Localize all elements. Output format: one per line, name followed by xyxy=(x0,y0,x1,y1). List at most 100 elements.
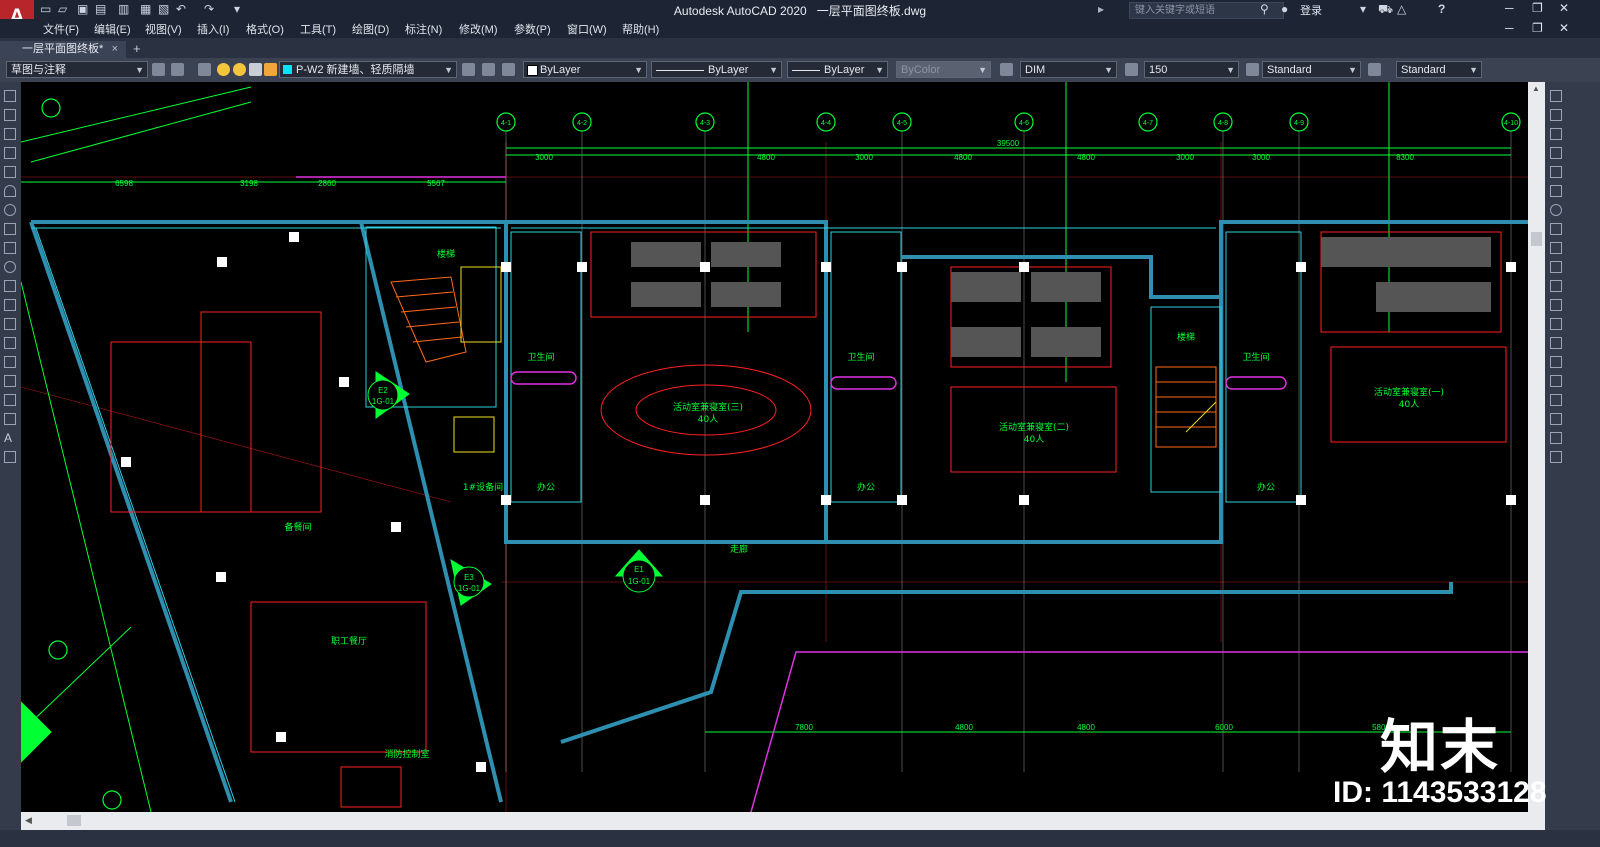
point-icon[interactable] xyxy=(4,337,16,349)
polygon-icon[interactable] xyxy=(4,147,16,159)
doc-minimize-icon[interactable]: ─ xyxy=(1505,21,1514,35)
fillet-icon[interactable] xyxy=(1550,356,1562,368)
menu-window[interactable]: 窗口(W) xyxy=(567,21,607,37)
menu-insert[interactable]: 插入(I) xyxy=(197,21,229,37)
break-icon[interactable] xyxy=(1550,299,1562,311)
store-icon[interactable]: ⛟ xyxy=(1378,2,1393,18)
layer-on-icon[interactable] xyxy=(217,63,230,76)
layer-freeze-icon[interactable] xyxy=(233,63,246,76)
color-select[interactable]: ByLayer ▼ xyxy=(523,61,647,78)
text-style-icon[interactable] xyxy=(1000,63,1013,76)
explode-icon[interactable] xyxy=(1550,375,1562,387)
draworder-icon[interactable] xyxy=(1550,432,1562,444)
doc-close-icon[interactable]: ✕ xyxy=(1559,21,1569,35)
file-tab[interactable]: 一层平面图终板* × xyxy=(0,41,126,58)
dimstyle-select[interactable]: DIM ▼ xyxy=(1020,61,1117,78)
linetype-select[interactable]: ByLayer ▼ xyxy=(651,61,782,78)
login-dropdown-icon[interactable]: ▾ xyxy=(1360,2,1366,16)
extend-icon[interactable] xyxy=(1550,280,1562,292)
horizontal-scrollbar[interactable]: ◀ xyxy=(21,812,1545,830)
hatch-icon[interactable] xyxy=(4,356,16,368)
table-style-icon[interactable] xyxy=(1246,63,1259,76)
join-icon[interactable] xyxy=(1550,318,1562,330)
help-icon[interactable]: ? xyxy=(1438,2,1445,16)
move-icon[interactable] xyxy=(1550,185,1562,197)
layer-previous-icon[interactable] xyxy=(502,63,515,76)
rotate-icon[interactable] xyxy=(1550,204,1562,216)
construction-line-icon[interactable] xyxy=(4,109,16,121)
layer-properties-icon[interactable] xyxy=(198,63,211,76)
make-block-icon[interactable] xyxy=(4,318,16,330)
vertical-scrollbar[interactable]: ▲ xyxy=(1528,82,1545,812)
trim-icon[interactable] xyxy=(1550,261,1562,273)
textstyle-select[interactable]: Standard ▼ xyxy=(1262,61,1361,78)
copy-icon[interactable] xyxy=(1550,109,1562,121)
gear-icon[interactable] xyxy=(152,63,165,76)
binoculars-icon[interactable]: ⚲ xyxy=(1260,2,1269,16)
layer-select[interactable]: P-W2 新建墙、轻质隔墙 ▼ xyxy=(279,61,457,78)
drawing-canvas[interactable]: 4-1 4-2 4-3 4-4 4-5 4-6 4-7 4-8 4-9 4-10… xyxy=(21,82,1528,812)
menu-help[interactable]: 帮助(H) xyxy=(622,21,659,37)
polyline-icon[interactable] xyxy=(4,128,16,140)
erase-icon[interactable] xyxy=(1550,90,1562,102)
workspace-icon[interactable] xyxy=(171,63,184,76)
dim-style-icon[interactable] xyxy=(1125,63,1138,76)
circle-icon[interactable] xyxy=(4,204,16,216)
layer-vp-icon[interactable] xyxy=(249,63,262,76)
edit-polyline-icon[interactable] xyxy=(1550,413,1562,425)
ellipse-icon[interactable] xyxy=(4,261,16,273)
restore-icon[interactable]: ❐ xyxy=(1532,1,1543,15)
line-icon[interactable] xyxy=(4,90,16,102)
scroll-left-icon[interactable]: ◀ xyxy=(25,815,32,826)
arc-icon[interactable] xyxy=(4,185,16,197)
menu-tools[interactable]: 工具(T) xyxy=(300,21,336,37)
chamfer-icon[interactable] xyxy=(1550,337,1562,349)
search-expand-icon[interactable]: ▸ xyxy=(1098,2,1104,16)
menu-draw[interactable]: 绘图(D) xyxy=(352,21,389,37)
blend-icon[interactable] xyxy=(1550,394,1562,406)
region-icon[interactable] xyxy=(4,394,16,406)
match-layer-icon[interactable] xyxy=(482,63,495,76)
tablestyle-select[interactable]: Standard ▼ xyxy=(1396,61,1482,78)
ellipse-arc-icon[interactable] xyxy=(4,280,16,292)
insert-block-icon[interactable] xyxy=(4,299,16,311)
lineweight-select[interactable]: ByLayer ▼ xyxy=(787,61,888,78)
mtext-icon[interactable]: A xyxy=(4,432,16,444)
scroll-thumb[interactable] xyxy=(1531,232,1542,246)
doc-restore-icon[interactable]: ❐ xyxy=(1532,21,1543,35)
app-title: Autodesk AutoCAD 2020 xyxy=(673,4,807,18)
minimize-icon[interactable]: ─ xyxy=(1505,1,1514,15)
make-current-icon[interactable] xyxy=(462,63,475,76)
stretch-icon[interactable] xyxy=(1550,242,1562,254)
workspace-select[interactable]: 草图与注释 ▼ xyxy=(6,61,148,78)
menu-dimension[interactable]: 标注(N) xyxy=(405,21,442,37)
mirror-icon[interactable] xyxy=(1550,128,1562,140)
array-icon[interactable] xyxy=(1550,166,1562,178)
add-selected-icon[interactable] xyxy=(4,451,16,463)
user-icon[interactable]: ● xyxy=(1281,2,1288,16)
align-icon[interactable] xyxy=(1550,451,1562,463)
menu-file[interactable]: 文件(F) xyxy=(43,21,79,37)
new-tab-button[interactable]: + xyxy=(133,41,141,56)
table-icon[interactable] xyxy=(4,413,16,425)
menu-parametric[interactable]: 参数(P) xyxy=(514,21,551,37)
offset-icon[interactable] xyxy=(1550,147,1562,159)
menu-modify[interactable]: 修改(M) xyxy=(459,21,498,37)
rectangle-icon[interactable] xyxy=(4,166,16,178)
gradient-icon[interactable] xyxy=(4,375,16,387)
menu-edit[interactable]: 编辑(E) xyxy=(94,21,131,37)
a360-icon[interactable]: △ xyxy=(1397,2,1406,16)
scale-select[interactable]: 150 ▼ xyxy=(1144,61,1239,78)
spline-icon[interactable] xyxy=(4,242,16,254)
menu-view[interactable]: 视图(V) xyxy=(145,21,182,37)
multileader-style-icon[interactable] xyxy=(1368,63,1381,76)
layer-lock-icon[interactable] xyxy=(264,63,277,76)
login-button[interactable]: 登录 xyxy=(1300,2,1322,18)
scale-icon[interactable] xyxy=(1550,223,1562,235)
menu-format[interactable]: 格式(O) xyxy=(246,21,284,37)
close-icon[interactable]: ✕ xyxy=(1559,1,1569,15)
tab-close-icon[interactable]: × xyxy=(112,41,118,58)
scroll-up-icon[interactable]: ▲ xyxy=(1532,84,1540,93)
scroll-thumb[interactable] xyxy=(67,815,81,826)
revcloud-icon[interactable] xyxy=(4,223,16,235)
